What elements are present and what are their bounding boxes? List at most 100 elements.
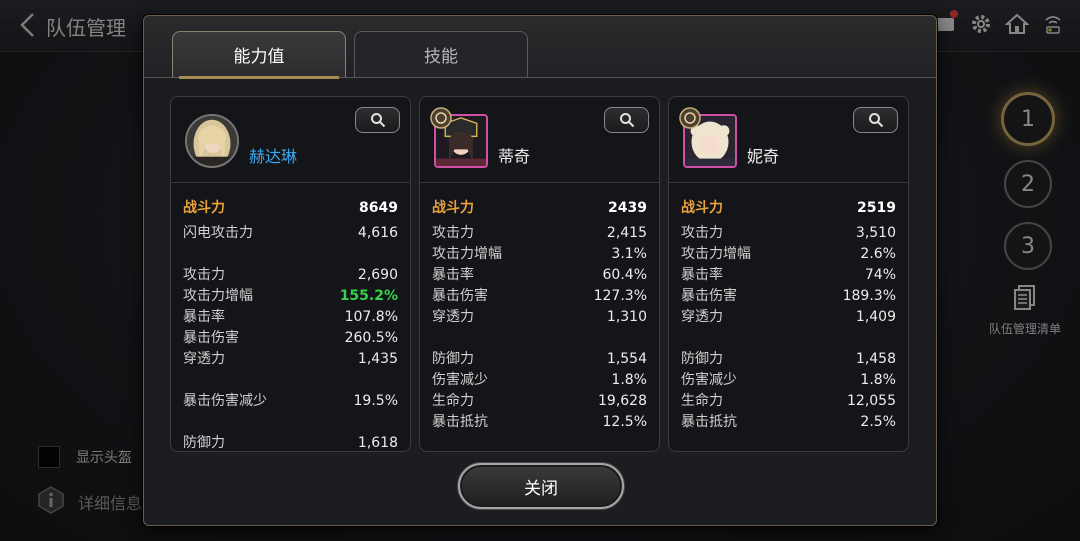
stat-label: 防御力 [183, 435, 225, 451]
power-label: 战斗力 [432, 200, 474, 216]
stat-value: 2,690 [357, 267, 398, 283]
stat-row: 防御力 1,618 [183, 433, 398, 451]
stat-label: 生命力 [432, 393, 474, 409]
stat-row: 攻击力增幅 3.1% [432, 244, 647, 265]
hero-card: 妮奇 战斗力 2519 攻击力 3,510 攻击力增幅 2.6% 暴击率 74% 暴击… [668, 96, 909, 452]
stat-row: 穿透力 1,409 [681, 307, 896, 328]
stat-row: 闪电攻击力 4,616 [183, 223, 398, 244]
stat-label: 暴击伤害 [681, 288, 737, 304]
search-icon [619, 113, 634, 128]
hero-name: 蒂奇 [498, 147, 531, 166]
stat-row: 生命力 12,055 [681, 391, 896, 412]
stat-value: 1,409 [855, 309, 896, 325]
hero-name: 妮奇 [747, 147, 780, 166]
stat-value: 260.5% [344, 330, 398, 346]
power-row: 战斗力 2519 [681, 193, 896, 223]
stat-value: 1,618 [357, 435, 398, 451]
stat-row: 穿透力 1,435 [183, 349, 398, 370]
tab-skills[interactable]: 技能 [354, 31, 528, 77]
rank-badge-icon [679, 107, 701, 129]
hero-stats: 战斗力 8649 闪电攻击力 4,616 攻击力 2,690 攻击力增幅 155.2%… [171, 183, 410, 451]
stat-value: 1.8% [611, 372, 647, 388]
stat-row: 暴击伤害 260.5% [183, 328, 398, 349]
stat-label: 攻击力增幅 [432, 246, 502, 262]
stat-row: 暴击伤害减少 19.5% [183, 391, 398, 412]
stat-label: 攻击力 [681, 225, 723, 241]
stat-label: 暴击抵抗 [681, 414, 737, 430]
power-label: 战斗力 [681, 200, 723, 216]
stat-row: 伤害减少 1.8% [432, 370, 647, 391]
stat-row: 暴击抵抗 12.5% [432, 412, 647, 433]
stat-value: 107.8% [344, 309, 398, 325]
stat-label: 攻击力增幅 [183, 288, 253, 304]
stat-label: 暴击伤害减少 [183, 393, 267, 409]
stat-label: 防御力 [681, 351, 723, 367]
stat-value: 74% [864, 267, 896, 283]
stat-value: 1,435 [357, 351, 398, 367]
stat-row [432, 328, 647, 349]
stat-value: 4,616 [357, 225, 398, 241]
hero-stats: 战斗力 2439 攻击力 2,415 攻击力增幅 3.1% 暴击率 60.4% 暴击伤… [420, 183, 659, 433]
close-button[interactable]: 关闭 [458, 463, 624, 509]
stat-label: 伤害减少 [681, 372, 737, 388]
stat-value: 2,415 [606, 225, 647, 241]
stat-label: 穿透力 [681, 309, 723, 325]
stat-value: 2.5% [860, 414, 896, 430]
stat-label: 暴击抵抗 [432, 414, 488, 430]
stat-value: 2.6% [860, 246, 896, 262]
stat-row: 防御力 1,458 [681, 349, 896, 370]
stat-row [183, 412, 398, 433]
hero-card: 赫达琳 战斗力 8649 闪电攻击力 4,616 攻击力 2,690 攻击力增幅 15… [170, 96, 411, 452]
hero-detail-search-button[interactable] [604, 107, 649, 133]
rank-badge-icon [430, 107, 452, 129]
stat-label: 暴击伤害 [432, 288, 488, 304]
stat-row: 攻击力 2,690 [183, 265, 398, 286]
stat-row: 暴击伤害 127.3% [432, 286, 647, 307]
hero-stats: 战斗力 2519 攻击力 3,510 攻击力增幅 2.6% 暴击率 74% 暴击伤害 1… [669, 183, 908, 433]
stat-value: 189.3% [842, 288, 896, 304]
power-row: 战斗力 2439 [432, 193, 647, 223]
tab-stats[interactable]: 能力值 [172, 31, 346, 79]
stat-label: 防御力 [432, 351, 474, 367]
hero-detail-search-button[interactable] [355, 107, 400, 133]
stat-label: 攻击力 [432, 225, 474, 241]
stat-label: 暴击率 [183, 309, 225, 325]
hero-card-header: 蒂奇 [420, 97, 659, 183]
stat-value: 1,554 [606, 351, 647, 367]
stat-row [183, 244, 398, 265]
stat-row: 穿透力 1,310 [432, 307, 647, 328]
stat-row: 防御力 1,554 [432, 349, 647, 370]
stat-row: 攻击力增幅 2.6% [681, 244, 896, 265]
stat-label: 攻击力增幅 [681, 246, 751, 262]
stat-row: 攻击力增幅 155.2% [183, 286, 398, 307]
stat-value: 19,628 [598, 393, 647, 409]
stat-value: 1.8% [860, 372, 896, 388]
stat-row: 生命力 19,628 [432, 391, 647, 412]
power-value: 2519 [857, 200, 896, 216]
stat-row: 暴击率 107.8% [183, 307, 398, 328]
stat-label: 暴击伤害 [183, 330, 239, 346]
stat-value: 19.5% [353, 393, 398, 409]
stat-label: 穿透力 [432, 309, 474, 325]
stats-modal: 能力值 技能 赫达琳 战斗力 8649 闪电攻击力 4,616 攻击力 2,69… [143, 15, 937, 526]
stat-label: 生命力 [681, 393, 723, 409]
stat-row [183, 370, 398, 391]
hero-detail-search-button[interactable] [853, 107, 898, 133]
stat-label: 伤害减少 [432, 372, 488, 388]
power-label: 战斗力 [183, 200, 225, 216]
stat-value: 3,510 [855, 225, 896, 241]
stat-row: 暴击抵抗 2.5% [681, 412, 896, 433]
stat-value: 12,055 [847, 393, 896, 409]
stat-value: 12.5% [602, 414, 647, 430]
power-row: 战斗力 8649 [183, 193, 398, 223]
stat-row: 攻击力 3,510 [681, 223, 896, 244]
stat-value: 1,310 [606, 309, 647, 325]
stat-value: 1,458 [855, 351, 896, 367]
hero-card: 蒂奇 战斗力 2439 攻击力 2,415 攻击力增幅 3.1% 暴击率 60.4% … [419, 96, 660, 452]
stat-value: 155.2% [339, 288, 398, 304]
stat-row: 暴击率 74% [681, 265, 896, 286]
power-value: 2439 [608, 200, 647, 216]
stat-row: 伤害减少 1.8% [681, 370, 896, 391]
stat-label: 闪电攻击力 [183, 225, 253, 241]
stat-value: 3.1% [611, 246, 647, 262]
